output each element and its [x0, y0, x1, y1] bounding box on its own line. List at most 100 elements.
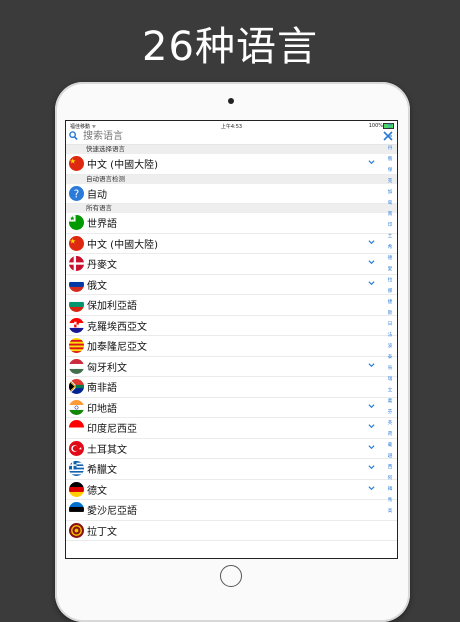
language-row[interactable]: 中文 (中國大陸): [66, 234, 397, 254]
index-letter[interactable]: 越: [385, 451, 395, 462]
section-index-bar[interactable]: 世中丹俄保克加匈南印土希德愛拉挪捷斯日法波泰烏瑞立義芬英荷葡越西阿韓馬高: [385, 121, 395, 517]
flag-china-icon: [69, 235, 84, 251]
flag-indonesia-icon: [69, 420, 84, 436]
index-letter[interactable]: 泰: [385, 352, 395, 363]
index-letter[interactable]: 芬: [385, 407, 395, 418]
index-letter[interactable]: 愛: [385, 264, 395, 275]
status-bar: 福佳移動 ᯤ 上午4:53 100%: [66, 121, 397, 130]
chevron-down-icon[interactable]: [368, 362, 375, 368]
index-letter[interactable]: 西: [385, 462, 395, 473]
language-label: 保加利亞語: [87, 301, 137, 313]
index-letter[interactable]: 俄: [385, 154, 395, 165]
index-letter[interactable]: 波: [385, 341, 395, 352]
index-letter[interactable]: 丹: [385, 143, 395, 154]
chevron-down-icon[interactable]: [368, 403, 375, 409]
index-letter[interactable]: 義: [385, 396, 395, 407]
index-letter[interactable]: 馬: [385, 495, 395, 506]
chevron-down-icon[interactable]: [368, 239, 375, 245]
flag-esperanto-icon: [69, 215, 84, 231]
index-letter[interactable]: 世: [385, 121, 395, 132]
language-label: 印地語: [87, 403, 117, 415]
language-label: 加泰隆尼亞文: [87, 342, 147, 354]
index-letter[interactable]: 保: [385, 165, 395, 176]
index-letter[interactable]: 拉: [385, 275, 395, 286]
language-row[interactable]: 克羅埃西亞文: [66, 316, 397, 336]
ipad-frame: 福佳移動 ᯤ 上午4:53 100% 快速选择语言 中文 (中國大陸) 自动语言…: [55, 82, 410, 622]
index-letter[interactable]: 英: [385, 418, 395, 429]
quick-list: 中文 (中國大陸): [66, 154, 397, 175]
language-row[interactable]: 愛沙尼亞語: [66, 500, 397, 521]
index-letter[interactable]: 希: [385, 242, 395, 253]
index-letter[interactable]: 印: [385, 220, 395, 231]
status-time: 上午4:53: [220, 124, 243, 130]
flag-hungary-icon: [69, 358, 84, 374]
language-label: 印度尼西亞: [87, 424, 137, 436]
index-letter[interactable]: 法: [385, 330, 395, 341]
language-row[interactable]: 印度尼西亞: [66, 418, 397, 439]
language-row[interactable]: 加泰隆尼亞文: [66, 336, 397, 357]
index-letter[interactable]: 挪: [385, 286, 395, 297]
search-bar: [66, 130, 397, 145]
index-letter[interactable]: 韓: [385, 484, 395, 495]
language-row[interactable]: 丹麥文: [66, 254, 397, 275]
search-icon: [69, 131, 78, 141]
language-label: 匈牙利文: [87, 362, 127, 374]
language-label: 愛沙尼亞語: [87, 506, 137, 518]
language-row[interactable]: 南非語: [66, 377, 397, 398]
index-letter[interactable]: 烏: [385, 363, 395, 374]
home-button[interactable]: [220, 565, 242, 587]
language-label: 俄文: [87, 280, 107, 292]
chevron-down-icon[interactable]: [368, 444, 375, 450]
app-screen: 福佳移動 ᯤ 上午4:53 100% 快速选择语言 中文 (中國大陸) 自动语言…: [65, 120, 398, 559]
language-row[interactable]: 德文: [66, 480, 397, 500]
index-letter[interactable]: 斯: [385, 308, 395, 319]
index-letter[interactable]: 阿: [385, 473, 395, 484]
language-row[interactable]: ? 自动: [66, 184, 397, 204]
language-row[interactable]: 匈牙利文: [66, 357, 397, 377]
question-icon: ?: [69, 185, 84, 201]
section-header-quick: 快速选择语言: [66, 145, 397, 154]
language-row[interactable]: 世界語: [66, 213, 397, 234]
index-letter[interactable]: 德: [385, 253, 395, 264]
chevron-down-icon[interactable]: [368, 464, 375, 470]
language-row[interactable]: 拉丁文: [66, 521, 397, 541]
language-label: 自动: [87, 189, 107, 201]
index-letter[interactable]: 克: [385, 176, 395, 187]
language-row[interactable]: 希臘文: [66, 459, 397, 480]
flag-croatia-icon: [69, 317, 84, 333]
index-letter[interactable]: 高: [385, 506, 395, 517]
language-label: 丹麥文: [87, 260, 117, 272]
index-letter[interactable]: 南: [385, 209, 395, 220]
language-row[interactable]: 中文 (中國大陸): [66, 154, 397, 175]
language-row[interactable]: 保加利亞語: [66, 295, 397, 316]
index-letter[interactable]: 葡: [385, 440, 395, 451]
flag-south-africa-icon: [69, 379, 84, 395]
language-row[interactable]: 俄文: [66, 275, 397, 295]
section-header-all: 所有语言: [66, 204, 397, 213]
index-letter[interactable]: 捷: [385, 297, 395, 308]
chevron-down-icon[interactable]: [368, 159, 375, 165]
flag-turkey-icon: [69, 440, 84, 456]
language-row[interactable]: 印地語: [66, 398, 397, 418]
index-letter[interactable]: 加: [385, 187, 395, 198]
chevron-down-icon[interactable]: [368, 280, 375, 286]
index-letter[interactable]: 土: [385, 231, 395, 242]
chevron-down-icon[interactable]: [368, 259, 375, 265]
auto-list: ? 自动: [66, 184, 397, 204]
svg-text:?: ?: [74, 188, 79, 200]
battery-percent: 100%: [368, 123, 383, 129]
flag-greece-icon: [69, 461, 84, 477]
index-letter[interactable]: 日: [385, 319, 395, 330]
flag-germany-icon: [69, 481, 84, 497]
language-row[interactable]: 土耳其文: [66, 439, 397, 459]
language-label: 南非語: [87, 383, 117, 395]
index-letter[interactable]: 瑞: [385, 374, 395, 385]
chevron-down-icon[interactable]: [368, 485, 375, 491]
chevron-down-icon[interactable]: [368, 423, 375, 429]
search-input[interactable]: [83, 130, 343, 143]
index-letter[interactable]: 立: [385, 385, 395, 396]
index-letter[interactable]: 中: [385, 132, 395, 143]
index-letter[interactable]: 匈: [385, 198, 395, 209]
index-letter[interactable]: 荷: [385, 429, 395, 440]
language-label: 拉丁文: [87, 526, 117, 538]
